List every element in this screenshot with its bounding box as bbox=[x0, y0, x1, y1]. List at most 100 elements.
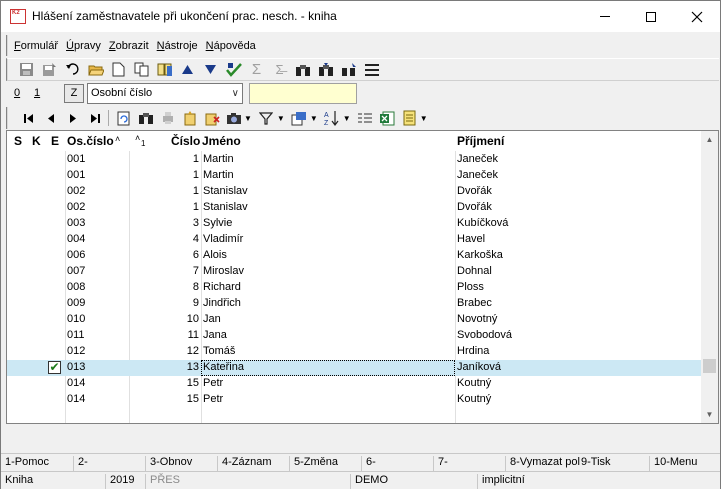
arrow-down-icon[interactable] bbox=[202, 61, 219, 78]
fkey-1[interactable]: 1-Pomoc bbox=[1, 456, 49, 472]
scroll-down-icon[interactable]: ▼ bbox=[701, 406, 718, 423]
table-row[interactable]: ✔ 013 13 Kateřina Janíková bbox=[7, 360, 701, 376]
check-icon[interactable] bbox=[225, 61, 242, 78]
column-s-header[interactable]: S bbox=[14, 134, 22, 148]
camera-dropdown-icon[interactable]: ▼ bbox=[244, 114, 252, 123]
maximize-button[interactable] bbox=[628, 1, 674, 32]
list-icon[interactable] bbox=[357, 110, 374, 127]
tab-0[interactable]: 0 bbox=[14, 87, 20, 99]
fkey-5[interactable]: 5-Změna bbox=[289, 456, 338, 472]
camera-icon[interactable] bbox=[225, 110, 242, 127]
table-row[interactable]: 004 4 Vladimír Havel bbox=[7, 232, 701, 248]
add-record-icon[interactable] bbox=[181, 110, 198, 127]
export-icon[interactable] bbox=[291, 110, 308, 127]
fkey-2[interactable]: 2- bbox=[73, 456, 88, 472]
cell-os-cislo: 002 bbox=[67, 201, 86, 213]
fkey-8[interactable]: 8-Vymazat pol bbox=[505, 456, 580, 472]
table-row[interactable]: 001 1 Martin Janeček bbox=[7, 168, 701, 184]
vertical-scrollbar[interactable]: ▲ ▼ bbox=[701, 131, 718, 423]
last-record-icon[interactable] bbox=[86, 110, 103, 127]
next-record-icon[interactable] bbox=[64, 110, 81, 127]
column-cislo-header[interactable]: Číslo bbox=[171, 134, 200, 148]
export-dropdown-icon[interactable]: ▼ bbox=[310, 114, 318, 123]
table-row[interactable]: 011 11 Jana Svobodová bbox=[7, 328, 701, 344]
find-replace-icon[interactable] bbox=[340, 61, 357, 78]
filter-icon[interactable] bbox=[258, 110, 275, 127]
column-k-header[interactable]: K bbox=[32, 134, 41, 148]
menu-napoveda[interactable]: Nápověda bbox=[206, 40, 256, 52]
fkey-7[interactable]: 7- bbox=[433, 456, 448, 472]
menu-nastroje-accel: N bbox=[156, 39, 165, 52]
table-row[interactable]: 006 6 Alois Karkoška bbox=[7, 248, 701, 264]
app-icon[interactable]: K2 bbox=[10, 9, 26, 24]
arrow-up-icon[interactable] bbox=[179, 61, 196, 78]
excel-icon[interactable] bbox=[379, 110, 396, 127]
notes-icon[interactable] bbox=[401, 110, 418, 127]
main-window: K2 Hlášení zaměstnavatele při ukončení p… bbox=[0, 0, 721, 489]
table-row[interactable]: 012 12 Tomáš Hrdina bbox=[7, 344, 701, 360]
menu-formular-label: ormulář bbox=[20, 39, 59, 52]
table-row[interactable]: 007 7 Miroslav Dohnal bbox=[7, 264, 701, 280]
toolbar-separator bbox=[108, 110, 109, 126]
fkey-10[interactable]: 10-Menu bbox=[649, 456, 697, 472]
save-icon[interactable] bbox=[18, 61, 35, 78]
find-next-icon[interactable] bbox=[317, 61, 334, 78]
minimize-button[interactable] bbox=[582, 1, 628, 32]
cell-prijmeni: Janeček bbox=[457, 153, 498, 165]
z-button[interactable]: Z bbox=[64, 84, 84, 103]
sum-icon[interactable]: Σ bbox=[248, 61, 265, 78]
sort-icon[interactable]: AZ bbox=[324, 110, 341, 127]
column-prijmeni-header[interactable]: Příjmení bbox=[457, 134, 504, 148]
table-row[interactable]: 008 8 Richard Ploss bbox=[7, 280, 701, 296]
table-row[interactable]: 009 9 Jindřich Brabec bbox=[7, 296, 701, 312]
table-row[interactable]: 001 1 Martin Janeček bbox=[7, 152, 701, 168]
table-row[interactable]: 002 1 Stanislav Dvořák bbox=[7, 200, 701, 216]
notes-dropdown-icon[interactable]: ▼ bbox=[420, 114, 428, 123]
table-row[interactable]: 010 10 Jan Novotný bbox=[7, 312, 701, 328]
menu-formular[interactable]: Formulář bbox=[14, 40, 58, 52]
menu-upravy[interactable]: Úpravy bbox=[66, 40, 101, 52]
book-icon[interactable] bbox=[156, 61, 173, 78]
filter-dropdown-icon[interactable]: ▼ bbox=[277, 114, 285, 123]
table-row[interactable]: 003 3 Sylvie Kubíčková bbox=[7, 216, 701, 232]
cell-os-cislo: 001 bbox=[67, 153, 86, 165]
save-as-icon[interactable] bbox=[41, 61, 58, 78]
undo-icon[interactable] bbox=[64, 61, 81, 78]
table-row[interactable]: 014 15 Petr Koutný bbox=[7, 376, 701, 392]
cell-jmeno: Jindřich bbox=[203, 297, 241, 309]
close-button[interactable] bbox=[674, 1, 720, 32]
prev-record-icon[interactable] bbox=[42, 110, 59, 127]
open-folder-icon[interactable] bbox=[87, 61, 104, 78]
fkey-9[interactable]: 9-Tisk bbox=[577, 456, 611, 472]
menu-zobrazit[interactable]: Zobrazit bbox=[109, 40, 149, 52]
scrollbar-thumb[interactable] bbox=[703, 359, 716, 373]
sum-filter-icon[interactable]: Σ̶ bbox=[271, 61, 288, 78]
print-icon[interactable] bbox=[159, 110, 176, 127]
table-row[interactable]: 014 15 Petr Koutný bbox=[7, 392, 701, 408]
delete-record-icon[interactable] bbox=[203, 110, 220, 127]
refresh-icon[interactable] bbox=[115, 110, 132, 127]
key-select[interactable]: Osobní číslo ∨ bbox=[87, 83, 243, 104]
table-row[interactable]: 002 1 Stanislav Dvořák bbox=[7, 184, 701, 200]
column-e-header[interactable]: E bbox=[51, 134, 59, 148]
new-document-icon[interactable] bbox=[110, 61, 127, 78]
menu-nastroje[interactable]: Nástroje bbox=[157, 40, 198, 52]
fkey-6[interactable]: 6- bbox=[361, 456, 376, 472]
search-icon[interactable] bbox=[137, 110, 154, 127]
binoculars-icon[interactable] bbox=[294, 61, 311, 78]
sort-dropdown-icon[interactable]: ▼ bbox=[343, 114, 351, 123]
scroll-up-icon[interactable]: ▲ bbox=[701, 131, 718, 148]
tab-1[interactable]: 1 bbox=[34, 87, 40, 99]
fkey-4[interactable]: 4-Záznam bbox=[217, 456, 272, 472]
fkey-3[interactable]: 3-Obnov bbox=[145, 456, 192, 472]
first-record-icon[interactable] bbox=[20, 110, 37, 127]
focused-cell-outline bbox=[201, 360, 455, 376]
menu-lines-icon[interactable] bbox=[363, 61, 380, 78]
row-checkbox[interactable]: ✔ bbox=[48, 361, 61, 374]
cell-prijmeni: Hrdina bbox=[457, 345, 490, 357]
status-bar: Kniha 2019 PŘES DEMO implicitní bbox=[1, 471, 720, 489]
key-search-input[interactable] bbox=[249, 83, 357, 104]
column-jmeno-header[interactable]: Jméno bbox=[202, 134, 241, 148]
copy-icon[interactable] bbox=[133, 61, 150, 78]
column-os-cislo-header[interactable]: Os.číslo bbox=[67, 134, 114, 148]
